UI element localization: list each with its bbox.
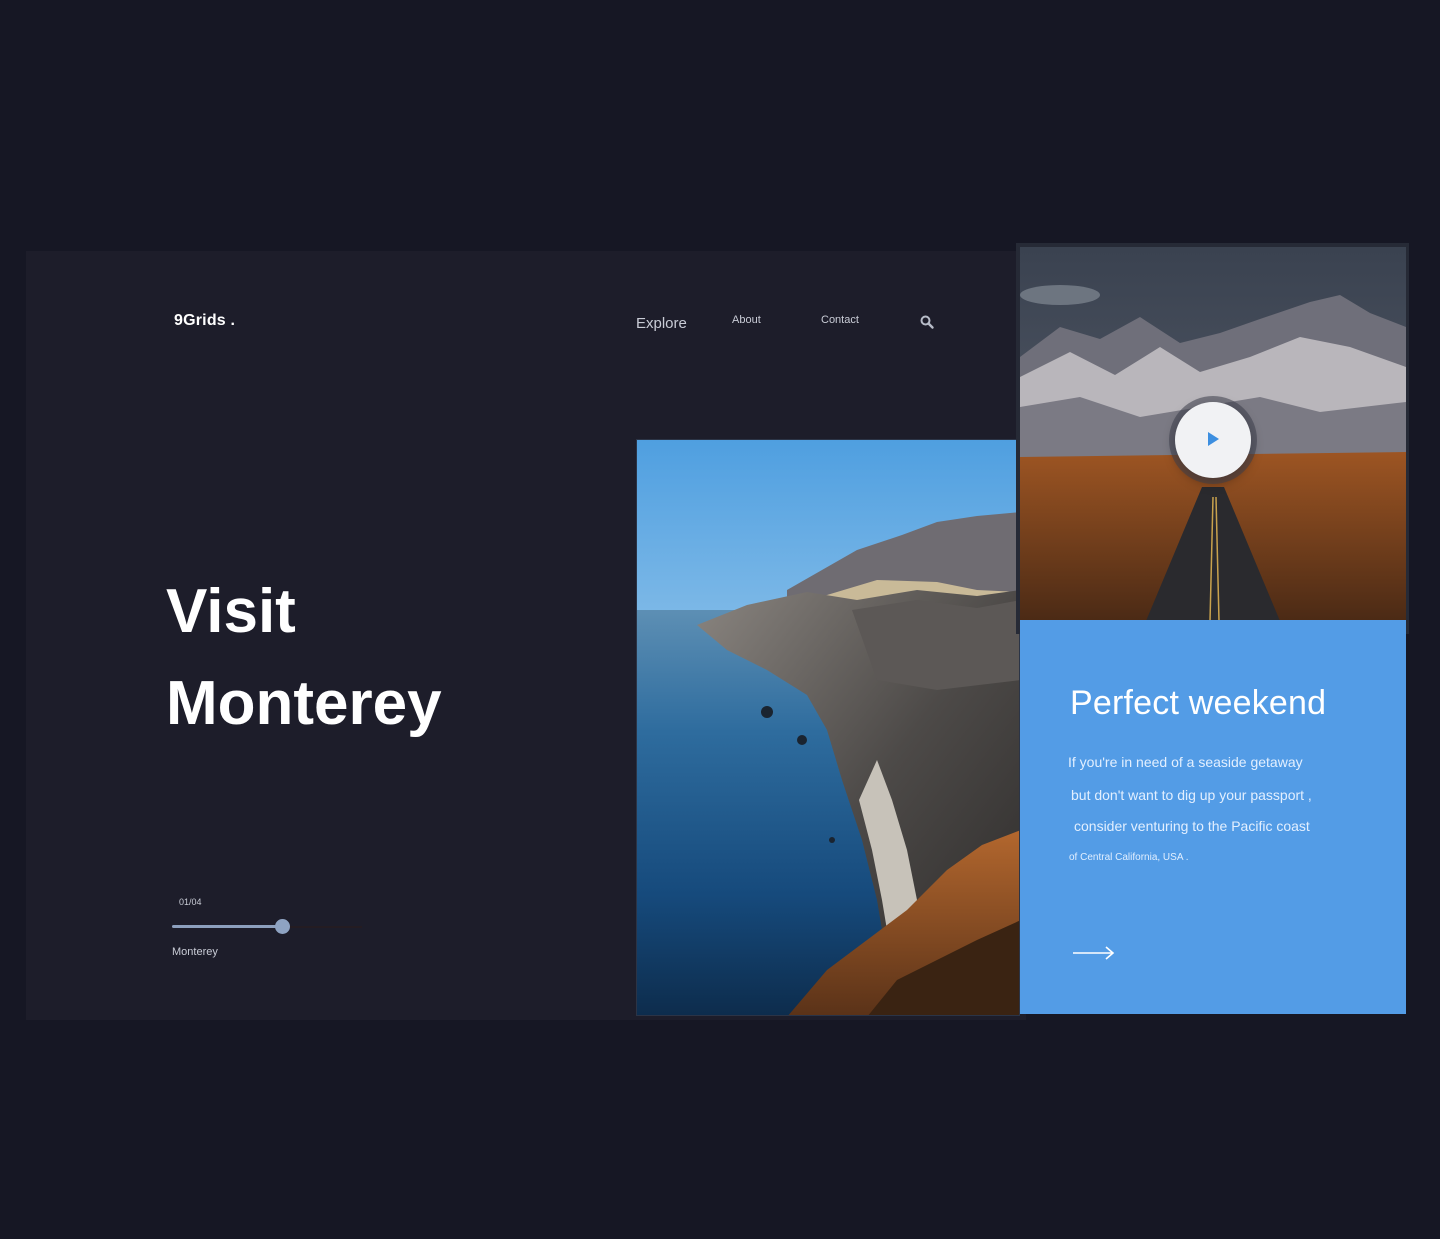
hero-title-line1: Visit (166, 577, 296, 646)
nav-item-contact[interactable]: Contact (821, 314, 859, 326)
hero-title: Visit Monterey (166, 566, 442, 750)
brand-logo[interactable]: 9Grids . (174, 312, 235, 330)
slide-progress-slider[interactable] (172, 918, 362, 936)
slide-counter: 01/04 (179, 897, 202, 907)
info-card-text-line: of Central California, USA . (1069, 852, 1189, 863)
play-icon (1208, 432, 1219, 446)
nav-item-explore[interactable]: Explore (636, 315, 687, 332)
slide-name: Monterey (172, 946, 218, 958)
slider-fill (172, 925, 282, 928)
info-card-text-line: consider venturing to the Pacific coast (1074, 818, 1310, 834)
info-card-title: Perfect weekend (1070, 684, 1327, 722)
page: 9Grids . Explore About Contact Visit Mon… (0, 0, 1440, 1239)
play-button[interactable] (1175, 402, 1251, 478)
slider-handle[interactable] (275, 919, 290, 934)
arrow-right-icon[interactable] (1072, 942, 1116, 964)
mountain-video-thumbnail (1020, 247, 1406, 621)
hero-title-line2: Monterey (166, 669, 442, 738)
coast-photo (636, 439, 1020, 1016)
info-card: Perfect weekend If you're in need of a s… (1020, 620, 1406, 1014)
info-card-text-line: but don't want to dig up your passport , (1071, 787, 1312, 803)
info-card-text-line: If you're in need of a seaside getaway (1068, 754, 1303, 770)
search-icon[interactable] (919, 314, 935, 330)
video-panel (1016, 243, 1409, 634)
nav-item-about[interactable]: About (732, 314, 761, 326)
